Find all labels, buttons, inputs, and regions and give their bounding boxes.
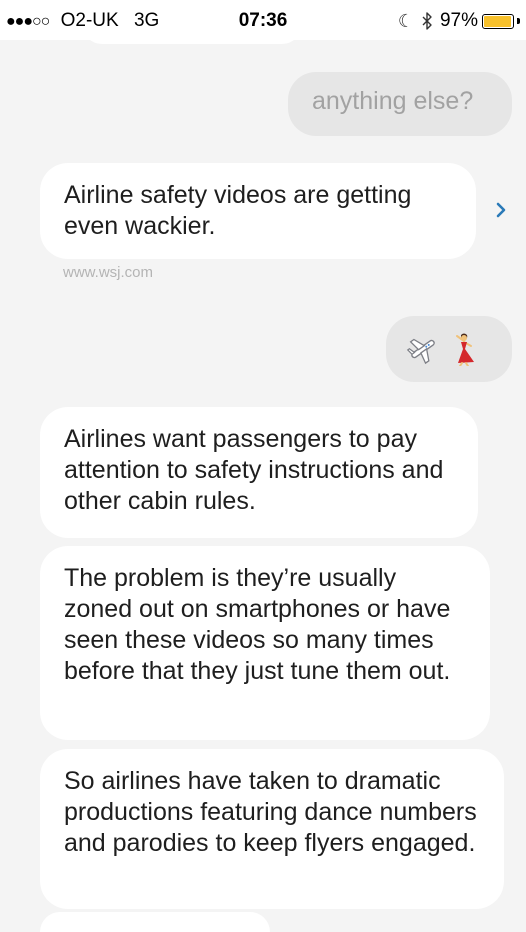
- signal-strength: ●●●○○: [6, 13, 50, 30]
- moon-icon: ☾: [397, 10, 414, 31]
- airplane-emoji: [406, 338, 435, 365]
- carrier-name: O2-UK: [60, 10, 119, 31]
- incoming-message-text: The problem is they’re usually zoned out…: [64, 564, 451, 685]
- battery-percent: 97%: [439, 10, 478, 31]
- next-message-bubble: [40, 912, 270, 932]
- battery-icon: [482, 13, 514, 29]
- incoming-message-text: Airline safety videos are getting even w…: [64, 181, 412, 240]
- incoming-message-bubble[interactable]: So airlines have taken to dramatic produ…: [40, 749, 504, 909]
- incoming-message-bubble[interactable]: Airlines want passengers to pay attentio…: [40, 407, 478, 538]
- outgoing-emoji-bubble[interactable]: [386, 316, 512, 382]
- link-source[interactable]: www.wsj.com: [63, 264, 153, 281]
- status-left: ●●●○○ O2-UK 3G: [6, 10, 159, 32]
- outgoing-message-text: anything else?: [312, 87, 474, 115]
- network-type: 3G: [133, 10, 160, 31]
- status-bar: ●●●○○ O2-UK 3G 07:36 ☾ 97%: [0, 0, 526, 40]
- chat-thread[interactable]: anything else? Airline safety videos are…: [0, 0, 526, 932]
- battery-fill: [484, 15, 512, 27]
- incoming-link-bubble[interactable]: Airline safety videos are getting even w…: [40, 163, 476, 259]
- incoming-message-text: So airlines have taken to dramatic produ…: [64, 767, 477, 857]
- dancer-emoji: [456, 333, 474, 366]
- battery-tip: [517, 18, 520, 24]
- status-right: ☾ 97%: [398, 10, 520, 32]
- chevron-right-icon[interactable]: [495, 201, 507, 219]
- incoming-message-text: Airlines want passengers to pay attentio…: [64, 425, 444, 515]
- incoming-message-bubble[interactable]: The problem is they’re usually zoned out…: [40, 546, 490, 740]
- bluetooth-icon: [422, 12, 432, 30]
- outgoing-message-bubble[interactable]: anything else?: [288, 72, 512, 136]
